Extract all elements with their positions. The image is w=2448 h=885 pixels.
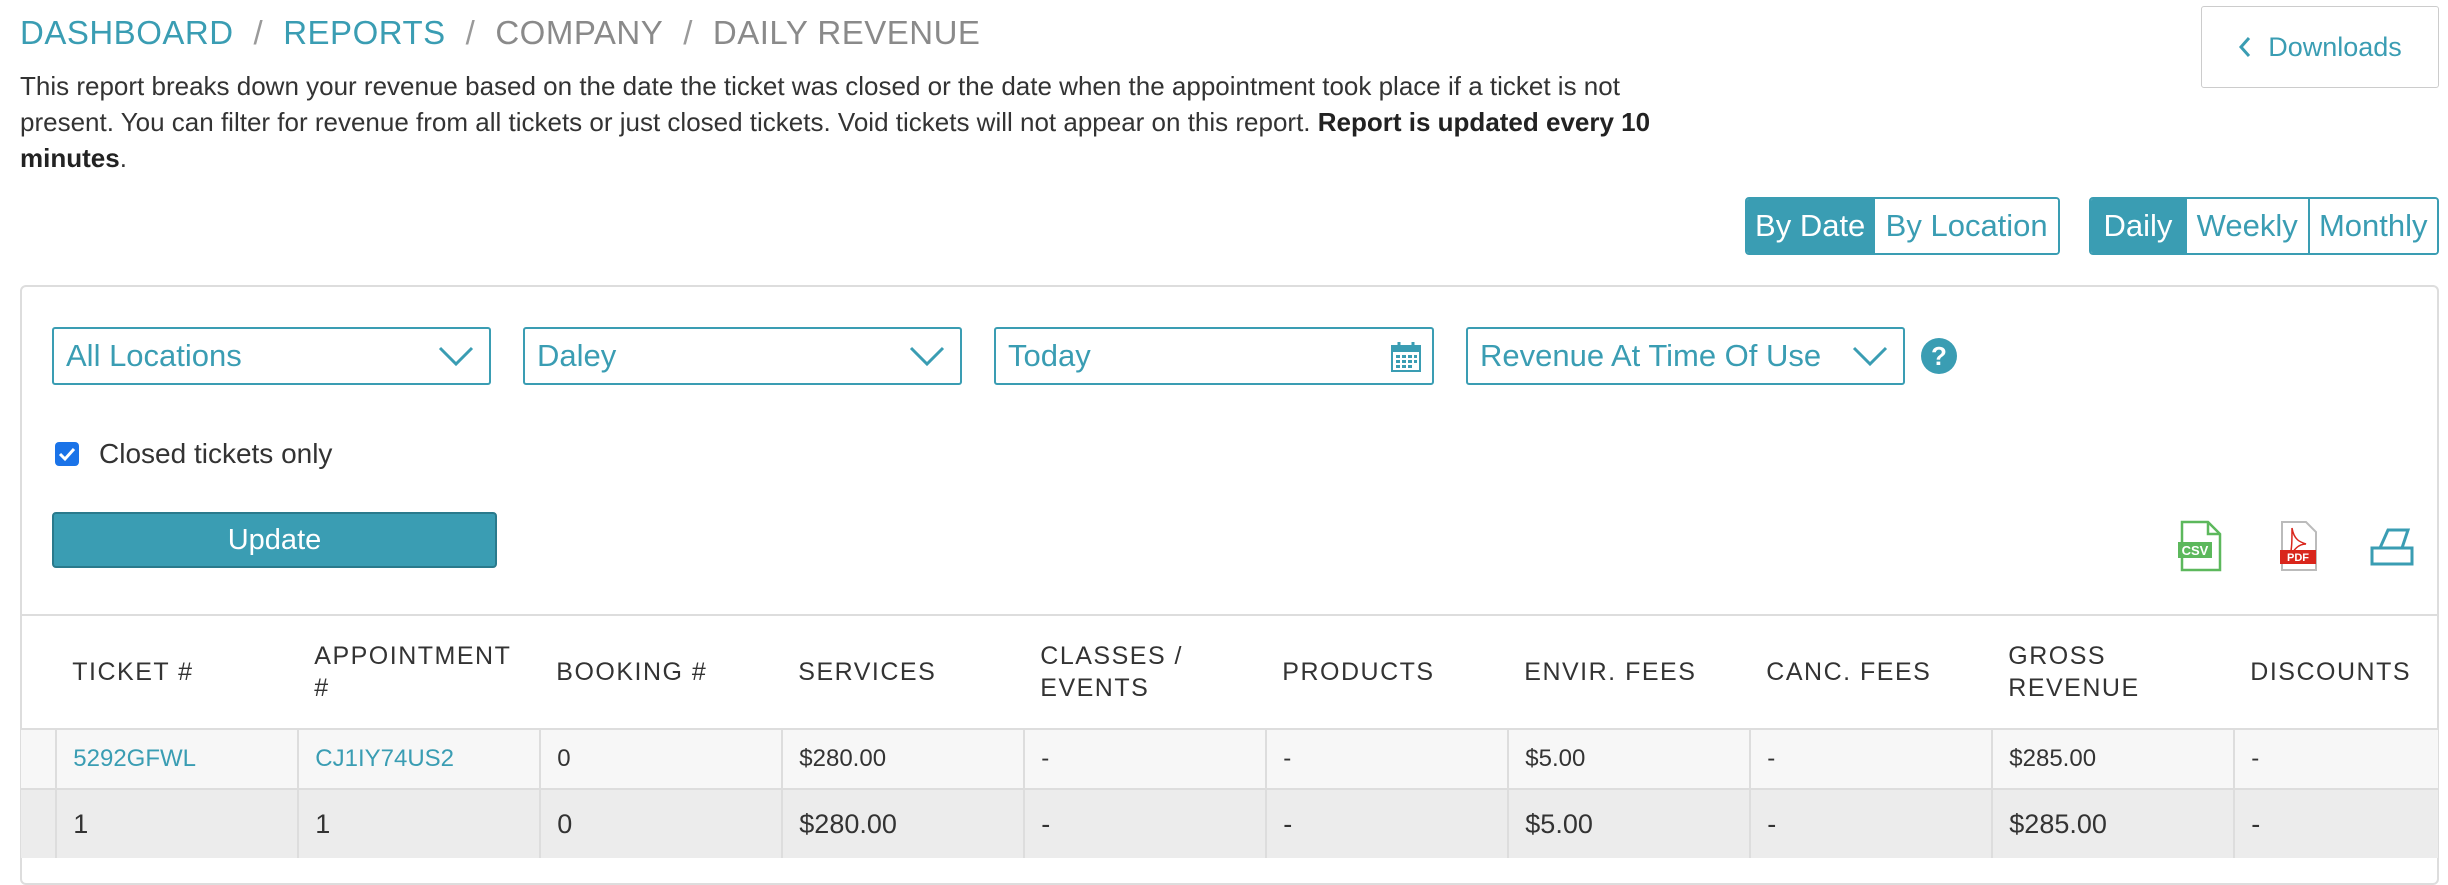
column-header[interactable]: TICKET # [56, 614, 299, 730]
table-cell: $280.00 [781, 789, 1025, 858]
breadcrumb-separator: / [253, 14, 264, 51]
breadcrumb: DASHBOARD / REPORTS / COMPANY / DAILY RE… [20, 14, 980, 52]
table-cell: - [1023, 789, 1267, 858]
downloads-button[interactable]: Downloads [2201, 6, 2439, 88]
header-spacer [21, 614, 57, 730]
report-page: DASHBOARD / REPORTS / COMPANY / DAILY RE… [0, 0, 2448, 885]
csv-icon-text: CSV [2182, 543, 2209, 558]
update-button[interactable]: Update [52, 512, 497, 568]
csv-export-icon[interactable]: CSV [2176, 520, 2224, 572]
breadcrumb-reports[interactable]: REPORTS [283, 14, 445, 52]
toggle-by-location[interactable]: By Location [1873, 199, 2058, 253]
table-cell: $5.00 [1507, 789, 1751, 858]
toggle-daily[interactable]: Daily [2091, 199, 2185, 253]
revenue-table: TICKET # APPOINTMENT # BOOKING # SERVICE… [21, 614, 2438, 858]
description-suffix: . [119, 143, 127, 173]
revenue-mode-select[interactable]: Revenue At Time Of Use [1466, 327, 1905, 385]
toggle-monthly[interactable]: Monthly [2307, 199, 2437, 253]
breadcrumb-separator: / [683, 14, 693, 51]
breadcrumb-dashboard[interactable]: DASHBOARD [20, 14, 234, 52]
chevron-down-icon [1852, 346, 1888, 367]
table-cell: - [1265, 729, 1509, 790]
column-header[interactable]: PRODUCTS [1266, 614, 1509, 730]
table-cell: 0 [539, 729, 783, 790]
checkmark-icon [58, 447, 76, 462]
row-spacer [21, 789, 57, 858]
calendar-icon [1391, 342, 1421, 372]
ticket-link[interactable]: 5292GFWL [55, 729, 299, 790]
location-select[interactable]: All Locations [52, 327, 491, 385]
table-row: 5292GFWL CJ1IY74US2 0 $280.00 - - $5.00 … [21, 729, 2438, 790]
closed-tickets-filter: Closed tickets only [55, 438, 332, 470]
table-cell: 1 [55, 789, 299, 858]
view-toggle: By Date By Location [1745, 197, 2060, 255]
table-cell: - [1023, 729, 1267, 790]
table-cell: - [2233, 789, 2438, 858]
table-cell: $280.00 [781, 729, 1025, 790]
closed-tickets-checkbox[interactable] [55, 442, 79, 466]
table-cell: - [1749, 729, 1993, 790]
location-select-value: All Locations [66, 338, 242, 373]
staff-select[interactable]: Daley [523, 327, 962, 385]
table-cell: $5.00 [1507, 729, 1751, 790]
toggle-by-date[interactable]: By Date [1747, 199, 1874, 253]
staff-select-value: Daley [537, 338, 617, 373]
period-toggle: Daily Weekly Monthly [2089, 197, 2439, 255]
chevron-down-icon [438, 346, 474, 367]
toggle-weekly[interactable]: Weekly [2184, 199, 2308, 253]
table-header-row: TICKET # APPOINTMENT # BOOKING # SERVICE… [21, 614, 2438, 730]
downloads-label: Downloads [2268, 31, 2402, 62]
table-cell: - [1265, 789, 1509, 858]
table-cell: $285.00 [1991, 729, 2235, 790]
table-cell: 1 [297, 789, 541, 858]
breadcrumb-current: DAILY REVENUE [712, 14, 981, 51]
column-header[interactable]: DISCOUNTS [2234, 614, 2438, 730]
pdf-export-icon[interactable]: PDF [2274, 520, 2322, 572]
column-header[interactable]: CANC. FEES [1750, 614, 1993, 730]
table-cell: - [1749, 789, 1993, 858]
date-picker-value: Today [1008, 338, 1091, 373]
revenue-mode-value: Revenue At Time Of Use [1480, 338, 1822, 373]
column-header[interactable]: GROSS REVENUE [1992, 614, 2235, 730]
table-cell: - [2233, 729, 2438, 790]
column-header[interactable]: APPOINTMENT # [298, 614, 541, 730]
pdf-icon-text: PDF [2287, 552, 2309, 564]
closed-tickets-label: Closed tickets only [99, 438, 333, 469]
print-icon[interactable] [2368, 520, 2416, 572]
appointment-link[interactable]: CJ1IY74US2 [297, 729, 541, 790]
breadcrumb-company: COMPANY [495, 14, 664, 51]
report-description: This report breaks down your revenue bas… [20, 68, 1660, 176]
table-total-row: 1 1 0 $280.00 - - $5.00 - $285.00 - [21, 789, 2438, 858]
date-picker[interactable]: Today [994, 327, 1434, 385]
column-header[interactable]: ENVIR. FEES [1508, 614, 1751, 730]
breadcrumb-separator: / [465, 14, 476, 51]
help-icon[interactable]: ? [1921, 338, 1957, 374]
column-header[interactable]: BOOKING # [540, 614, 783, 730]
row-spacer [21, 729, 57, 790]
table-cell: $285.00 [1991, 789, 2235, 858]
column-header[interactable]: CLASSES / EVENTS [1024, 614, 1267, 730]
column-header[interactable]: SERVICES [782, 614, 1025, 730]
table-cell: 0 [539, 789, 783, 858]
chevron-left-icon [2239, 37, 2251, 57]
chevron-down-icon [909, 346, 945, 367]
